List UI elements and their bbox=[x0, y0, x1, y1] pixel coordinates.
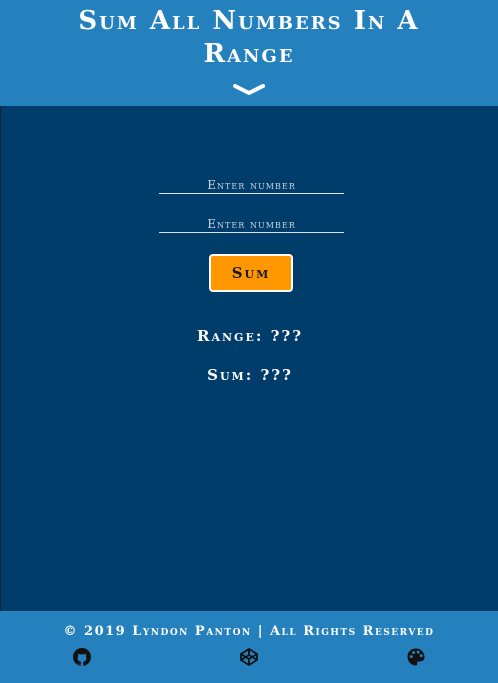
github-icon[interactable] bbox=[72, 647, 92, 667]
sum-label: Sum: bbox=[207, 366, 254, 384]
main-content: Sum Range: ??? Sum: ??? bbox=[0, 106, 498, 611]
sum-result: Sum: ??? bbox=[1, 366, 498, 384]
sum-value: ??? bbox=[260, 366, 293, 384]
second-number-field bbox=[159, 213, 344, 234]
page-title: Sum All Numbers In A Range bbox=[0, 0, 498, 71]
range-value: ??? bbox=[270, 327, 303, 345]
codepen-icon[interactable] bbox=[239, 647, 259, 667]
first-number-input[interactable] bbox=[159, 175, 344, 195]
palette-icon[interactable] bbox=[406, 647, 426, 667]
chevron-down-icon[interactable] bbox=[233, 84, 265, 96]
copyright-text: © 2019 Lyndon Panton | All Rights Reserv… bbox=[63, 624, 435, 639]
sum-button[interactable]: Sum bbox=[209, 254, 293, 292]
title-line-1: Sum All Numbers In A bbox=[78, 6, 420, 36]
range-result: Range: ??? bbox=[1, 327, 498, 345]
page-footer: © 2019 Lyndon Panton | All Rights Reserv… bbox=[0, 611, 498, 683]
range-label: Range: bbox=[197, 327, 264, 345]
page-header: Sum All Numbers In A Range bbox=[0, 0, 498, 106]
second-number-input[interactable] bbox=[159, 214, 344, 234]
first-number-field bbox=[159, 174, 344, 195]
title-line-2: Range bbox=[203, 39, 295, 69]
